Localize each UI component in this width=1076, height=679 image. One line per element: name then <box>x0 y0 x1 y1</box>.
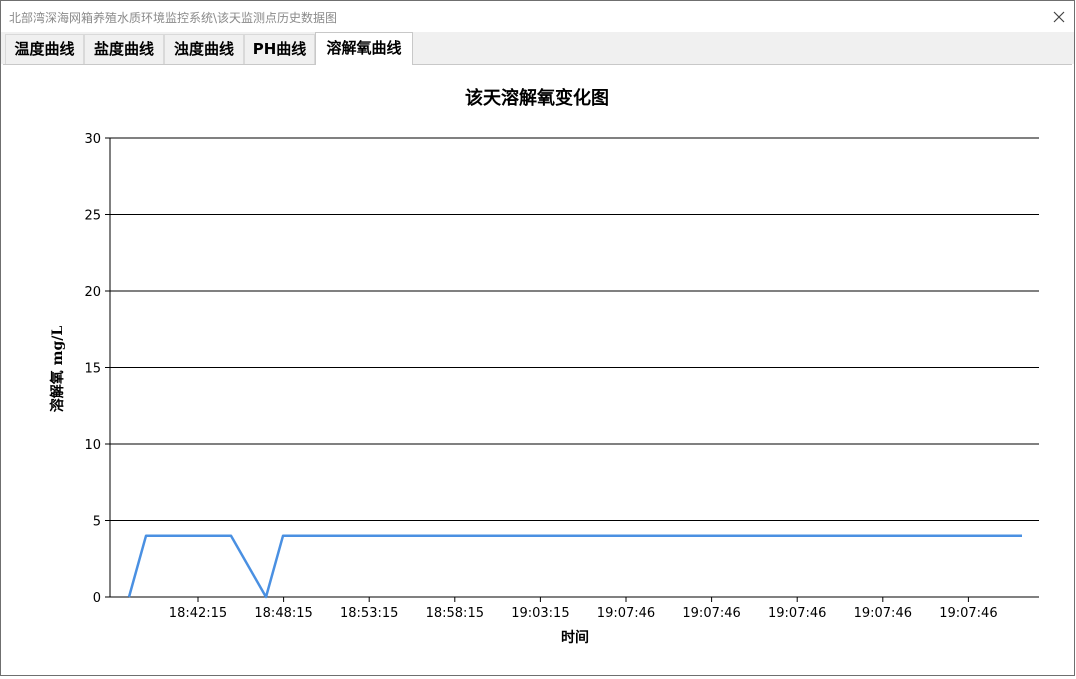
y-tick-label: 30 <box>84 132 101 147</box>
x-tick-label: 18:53:15 <box>340 606 398 621</box>
tab-ph[interactable]: PH曲线 <box>244 34 315 64</box>
tab-temperature[interactable]: 温度曲线 <box>5 34 84 64</box>
y-tick-label: 10 <box>84 438 101 453</box>
y-axis-label: 溶解氧 mg/L <box>49 326 66 413</box>
x-tick-label: 19:03:15 <box>511 606 569 621</box>
close-button[interactable] <box>1044 1 1074 32</box>
chart-panel: 该天溶解氧变化图 溶解氧 mg/L 时间 0 5 10 15 20 25 30 18:42:1… <box>3 64 1072 675</box>
tab-strip: 温度曲线 盐度曲线 浊度曲线 PH曲线 溶解氧曲线 <box>1 32 1074 65</box>
tab-dissolved-oxygen[interactable]: 溶解氧曲线 <box>315 32 413 65</box>
x-tick-label: 19:07:46 <box>768 606 826 621</box>
y-tick-label: 5 <box>93 515 101 530</box>
x-tick-label: 18:42:15 <box>169 606 227 621</box>
y-tick-label: 15 <box>84 362 101 377</box>
x-tick-label: 18:48:15 <box>254 606 312 621</box>
chart-title: 该天溶解氧变化图 <box>465 87 609 109</box>
x-tick-label: 19:07:46 <box>597 606 655 621</box>
app-window: 北部湾深海网箱养殖水质环境监控系统\该天监测点历史数据图 温度曲线 盐度曲线 浊… <box>0 0 1075 676</box>
y-tick-label: 25 <box>84 209 101 224</box>
dissolved-oxygen-chart: 该天溶解氧变化图 溶解氧 mg/L 时间 0 5 10 15 20 25 30 18:42:1… <box>49 87 1039 646</box>
x-tick-label: 19:07:46 <box>854 606 912 621</box>
x-axis-label: 时间 <box>561 629 589 646</box>
x-tick-label: 19:07:46 <box>682 606 740 621</box>
title-bar: 北部湾深海网箱养殖水质环境监控系统\该天监测点历史数据图 <box>1 1 1074 32</box>
y-tick-label: 20 <box>84 285 101 300</box>
close-icon <box>1053 11 1065 22</box>
tab-turbidity[interactable]: 浊度曲线 <box>164 34 244 64</box>
window-title: 北部湾深海网箱养殖水质环境监控系统\该天监测点历史数据图 <box>9 11 338 25</box>
x-tick-label: 18:58:15 <box>426 606 484 621</box>
tab-salinity[interactable]: 盐度曲线 <box>84 34 164 64</box>
y-tick-label: 0 <box>93 591 101 606</box>
plot-area: 0 5 10 15 20 25 30 18:42:15 18:48:15 18:53:15 18:5… <box>84 132 1039 621</box>
dissolved-oxygen-line <box>127 534 1022 599</box>
x-tick-label: 19:07:46 <box>939 606 997 621</box>
